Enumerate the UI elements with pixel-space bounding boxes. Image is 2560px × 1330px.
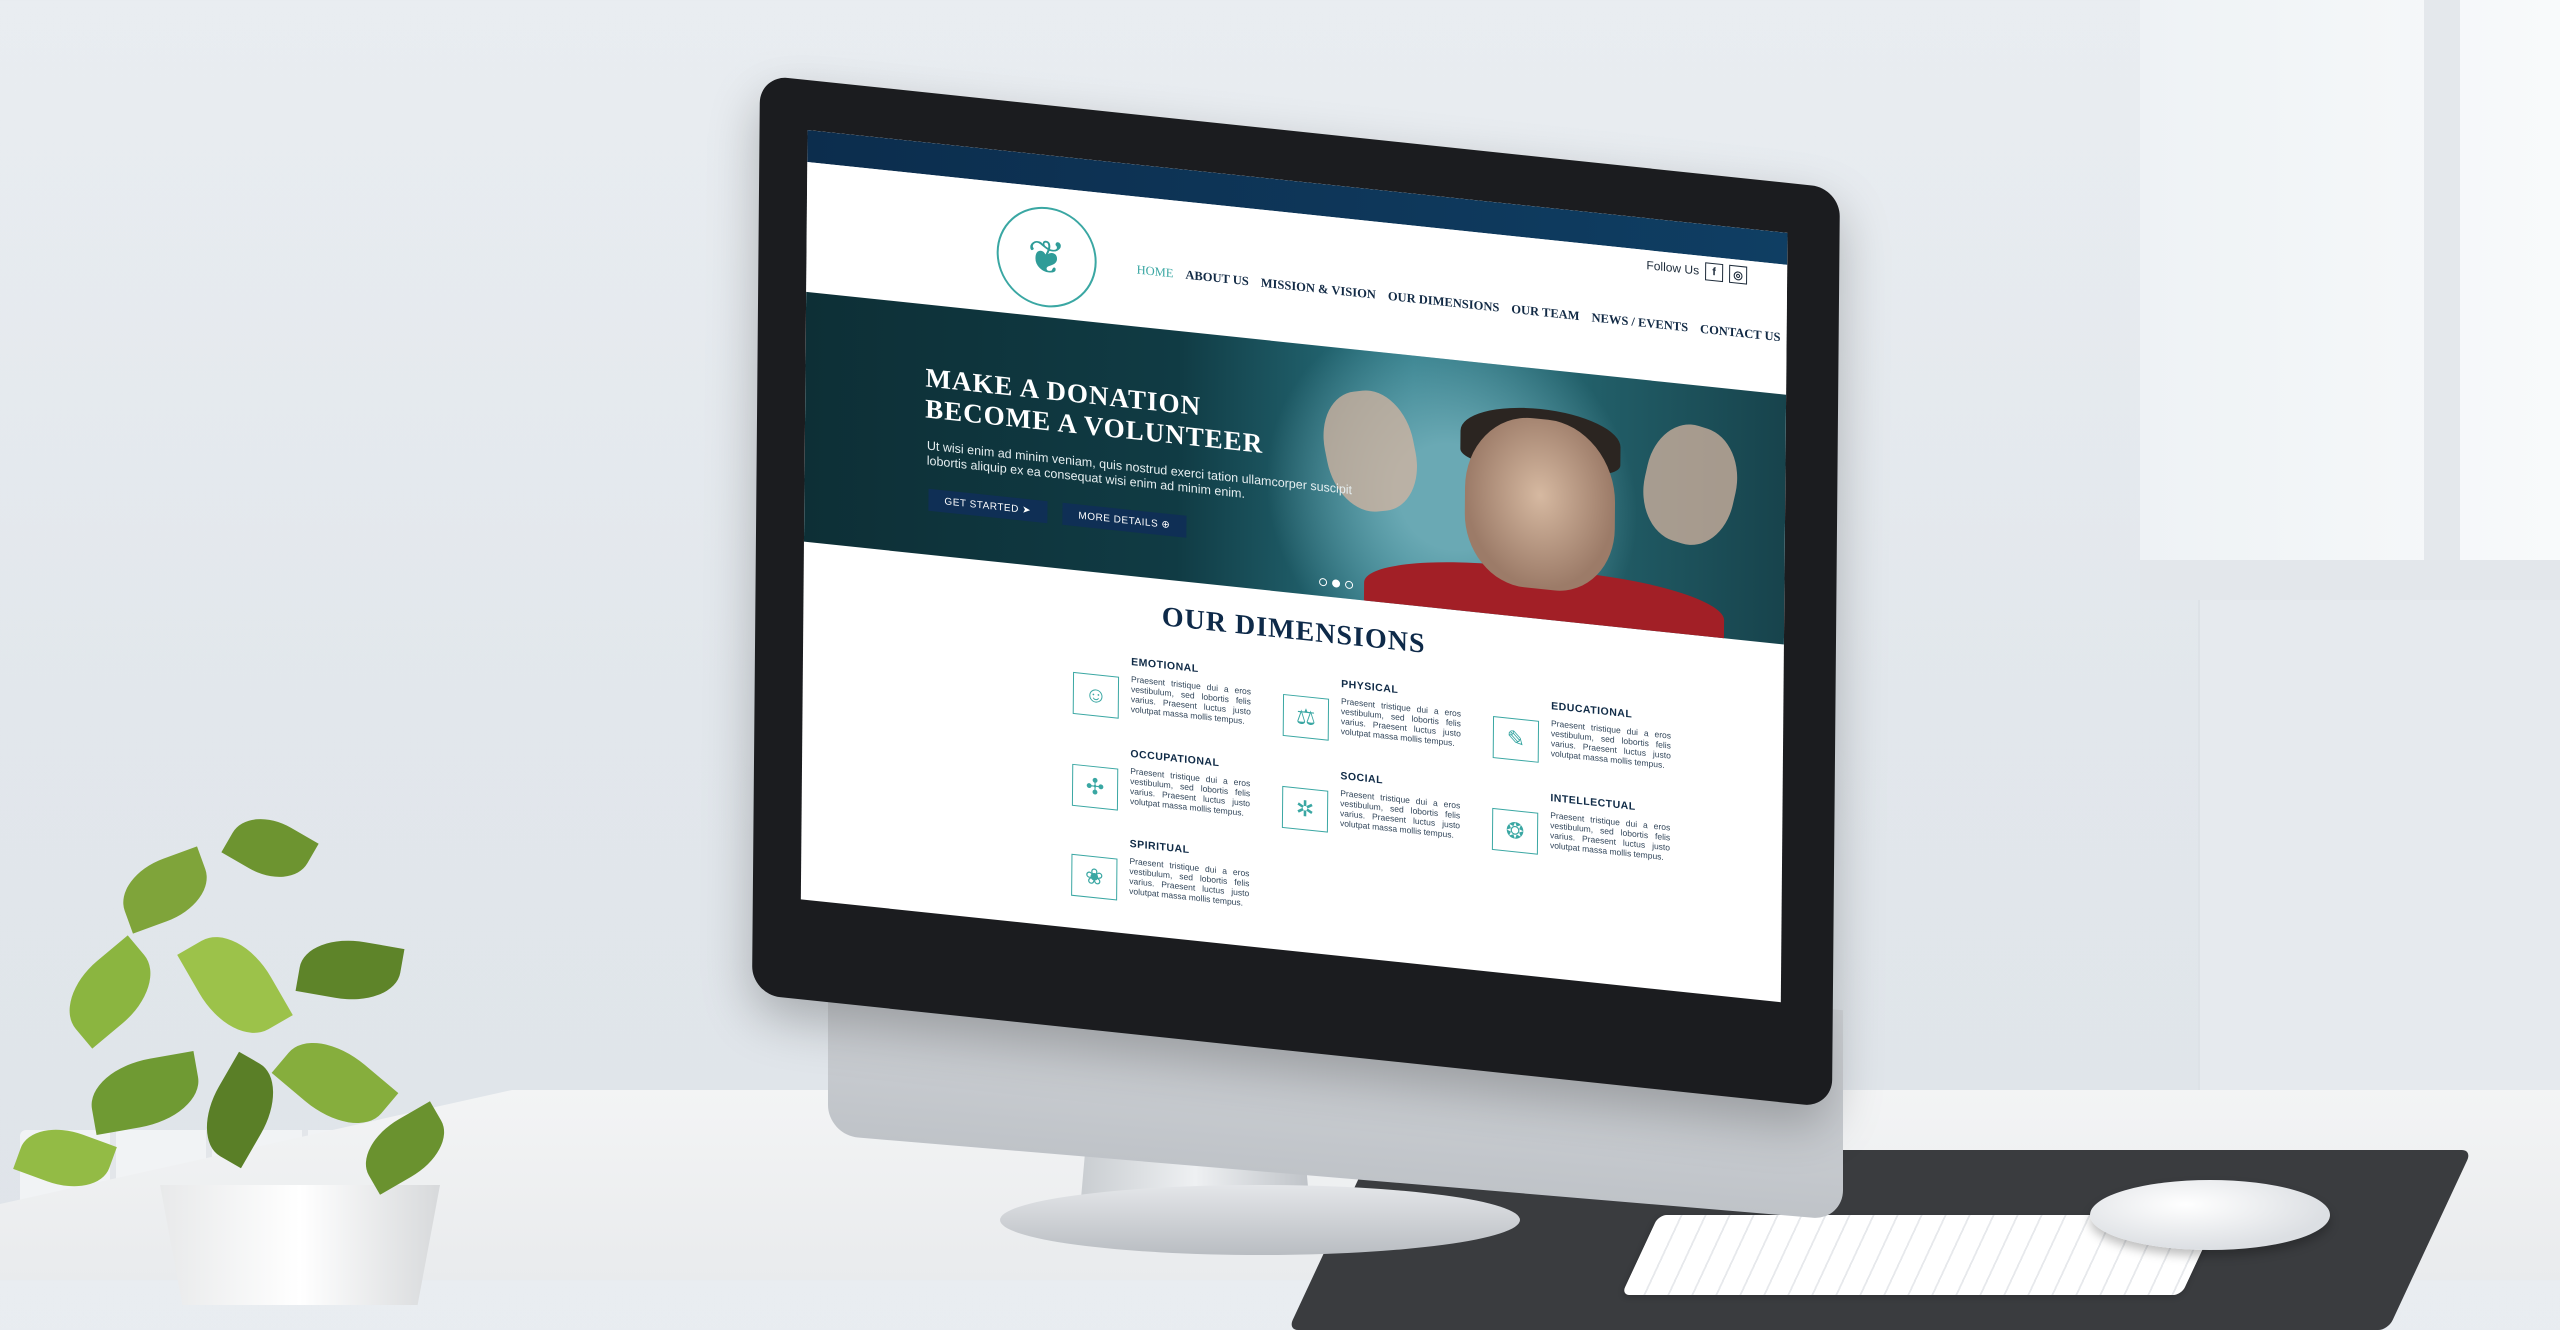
website-screen: ❦ Follow Us f ◎ HOME ABOUT US MISSION & … <box>800 129 1788 1003</box>
leaf <box>51 935 169 1049</box>
nav-news[interactable]: NEWS / EVENTS <box>1591 310 1688 335</box>
dimension-text: Praesent tristique dui a eros vestibulum… <box>1550 718 1672 771</box>
dimension-text: Praesent tristique dui a eros vestibulum… <box>1340 696 1462 748</box>
leaf <box>221 803 319 893</box>
nav-mission[interactable]: MISSION & VISION <box>1261 276 1376 303</box>
dumbbell-icon: ⚖ <box>1282 693 1330 741</box>
nav-dimensions[interactable]: OUR DIMENSIONS <box>1388 289 1500 316</box>
dimension-text: Praesent tristique dui a eros vestibulum… <box>1339 787 1461 840</box>
people-icon: ✲ <box>1281 785 1329 833</box>
dimension-text: Praesent tristique dui a eros vestibulum… <box>1549 810 1671 862</box>
window-frame <box>2140 560 2560 600</box>
logo[interactable]: ❦ <box>996 201 1098 313</box>
slider-dots <box>1319 577 1354 590</box>
monitor-stand-base <box>1000 1185 1520 1255</box>
brain-icon: ❂ <box>1491 807 1539 855</box>
dimension-educational[interactable]: EDUCATIONAL ✎ Praesent tristique dui a e… <box>1492 694 1714 797</box>
monitor: ❦ Follow Us f ◎ HOME ABOUT US MISSION & … <box>751 75 1840 1108</box>
plant-pot <box>160 1185 440 1305</box>
book-icon: ✎ <box>1492 716 1540 763</box>
tree-icon: ❦ <box>1027 229 1067 286</box>
lotus-icon: ❀ <box>1071 853 1118 901</box>
slide-dot[interactable] <box>1332 579 1341 588</box>
wall-panel <box>2198 600 2560 1160</box>
dimension-spiritual[interactable]: SPIRITUAL ❀ Praesent tristique dui a ero… <box>1071 832 1292 935</box>
network-icon: ✣ <box>1071 763 1119 811</box>
nav-about[interactable]: ABOUT US <box>1185 268 1248 290</box>
dimension-text: Praesent tristique dui a eros vestibulum… <box>1129 765 1251 818</box>
instagram-icon[interactable]: ◎ <box>1729 264 1748 285</box>
dimension-label: SPIRITUAL <box>1129 837 1190 857</box>
dimension-intellectual[interactable]: INTELLECTUAL ❂ Praesent tristique dui a … <box>1491 786 1713 889</box>
dimension-label: SOCIAL <box>1340 769 1384 787</box>
slide-dot[interactable] <box>1345 580 1354 590</box>
mouse <box>2090 1180 2330 1250</box>
hero-image <box>1633 413 1748 556</box>
slide-dot[interactable] <box>1319 577 1328 587</box>
dimension-occupational[interactable]: OCCUPATIONAL ✣ Praesent tristique dui a … <box>1071 742 1293 845</box>
follow-label: Follow Us <box>1646 258 1700 278</box>
nav-contact[interactable]: CONTACT US <box>1700 322 1781 345</box>
more-details-button[interactable]: MORE DETAILS ⊕ <box>1062 502 1187 538</box>
get-started-button[interactable]: GET STARTED ➤ <box>928 488 1048 524</box>
dimension-physical[interactable]: PHYSICAL ⚖ Praesent tristique dui a eros… <box>1282 672 1504 775</box>
nav-team[interactable]: OUR TEAM <box>1511 302 1579 324</box>
leaf <box>177 919 293 1051</box>
dimension-text: Praesent tristique dui a eros vestibulum… <box>1129 855 1250 908</box>
dimension-text: Praesent tristique dui a eros vestibulum… <box>1130 673 1252 726</box>
dimension-emotional[interactable]: EMOTIONAL ☺ Praesent tristique dui a ero… <box>1072 650 1294 753</box>
leaf <box>295 931 405 1009</box>
nav-home[interactable]: HOME <box>1137 263 1174 282</box>
dimension-label: INTELLECTUAL <box>1550 792 1636 813</box>
leaf <box>112 846 218 934</box>
masks-icon: ☺ <box>1072 671 1120 719</box>
dimension-label: OCCUPATIONAL <box>1130 747 1220 770</box>
follow-us: Follow Us f ◎ <box>1646 256 1748 285</box>
window-light <box>2140 0 2560 600</box>
dimension-label: EDUCATIONAL <box>1551 700 1633 721</box>
dimension-social[interactable]: SOCIAL ✲ Praesent tristique dui a eros v… <box>1281 764 1503 867</box>
dimension-label: PHYSICAL <box>1341 678 1399 697</box>
leaf <box>85 1050 205 1136</box>
dimension-label: EMOTIONAL <box>1131 656 1199 676</box>
facebook-icon[interactable]: f <box>1705 262 1724 283</box>
window-frame <box>2424 0 2460 570</box>
